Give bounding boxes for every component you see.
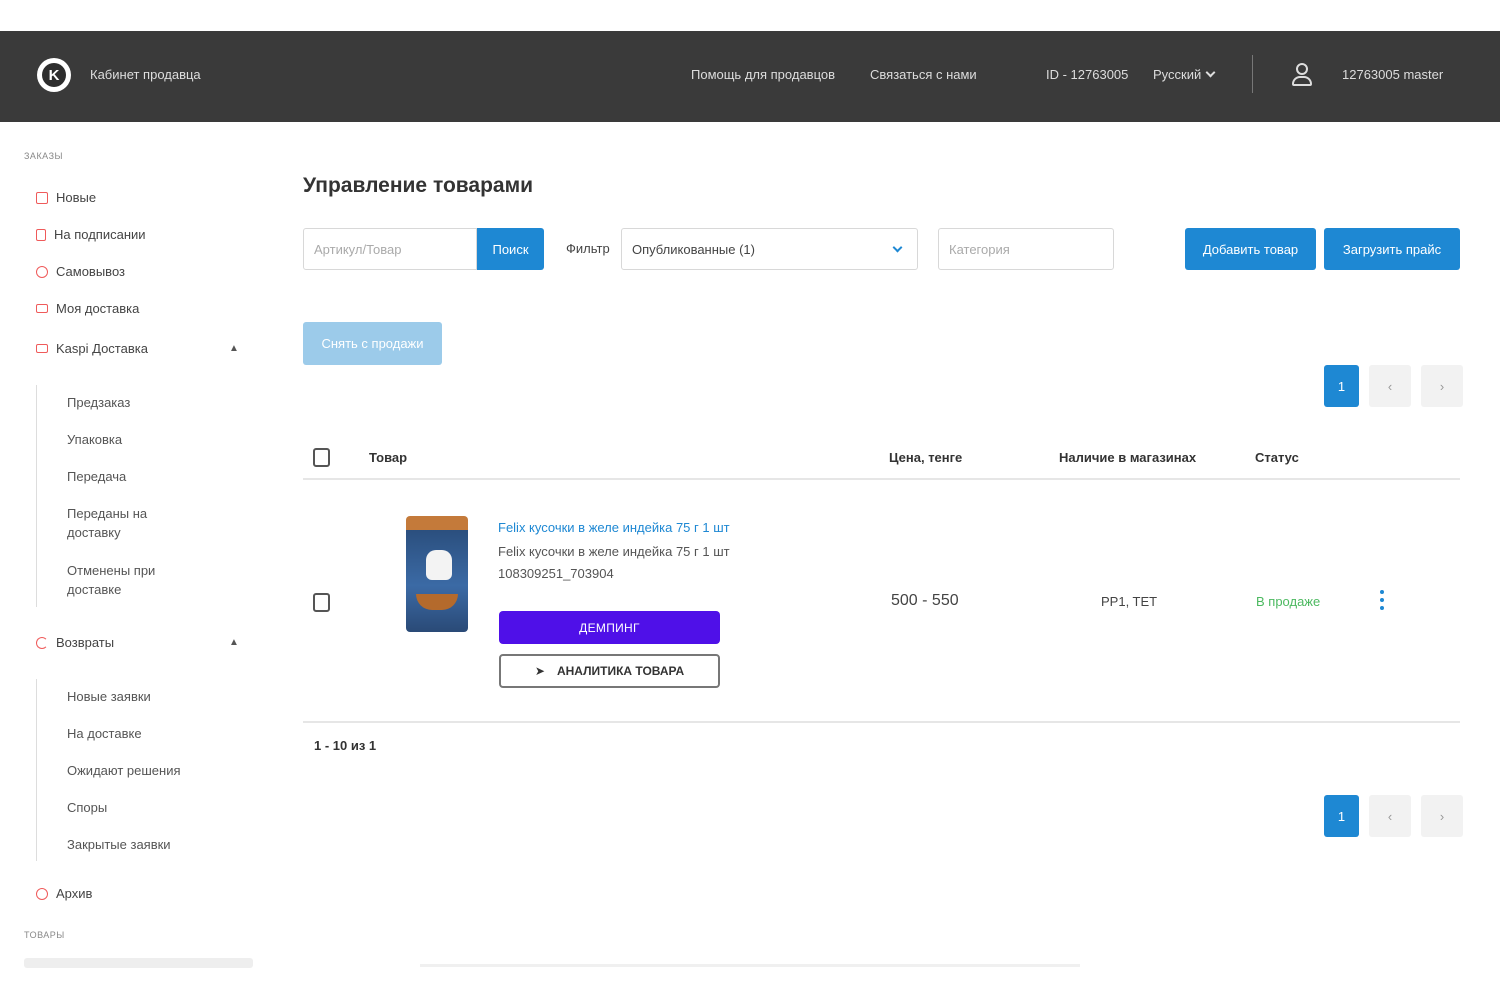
- username[interactable]: 12763005 master: [1342, 67, 1443, 82]
- sidebar-subitem-disputes[interactable]: Споры: [67, 798, 187, 817]
- sidebar-subitem-transfer[interactable]: Передача: [67, 467, 187, 486]
- sidebar-section-goods: ТОВАРЫ: [24, 930, 65, 940]
- sidebar-item-label: Возвраты: [56, 635, 115, 650]
- sidebar-item-label: Самовывоз: [56, 264, 125, 279]
- sidebar-item-label: На подписании: [54, 227, 146, 242]
- sidebar-item-archive[interactable]: Архив: [36, 886, 92, 901]
- column-header-product: Товар: [369, 450, 408, 465]
- pagination-bottom: 1 ‹ ›: [1324, 795, 1463, 837]
- status-badge: В продаже: [1256, 594, 1321, 609]
- sidebar-subitem-preorder[interactable]: Предзаказ: [67, 393, 187, 412]
- sidebar-item-label: Kaspi Доставка: [56, 341, 148, 356]
- search-button[interactable]: Поиск: [477, 228, 544, 270]
- results-count: 1 - 10 из 1: [314, 738, 377, 753]
- sidebar-subitem-transferred[interactable]: Переданы на доставку: [67, 504, 187, 542]
- remove-from-sale-button[interactable]: Снять с продажи: [303, 322, 442, 365]
- prev-page-button[interactable]: ‹: [1369, 365, 1411, 407]
- table-footer-divider: [303, 721, 1460, 723]
- header-divider: [1252, 55, 1253, 93]
- sidebar-item-label: Моя доставка: [56, 301, 140, 316]
- sidebar-item-my-delivery[interactable]: Моя доставка: [36, 301, 139, 316]
- sidebar-item-new[interactable]: Новые: [36, 190, 96, 205]
- contact-link[interactable]: Связаться с нами: [870, 67, 977, 82]
- truck-icon: [36, 344, 48, 353]
- collapse-arrow-icon[interactable]: ▲: [229, 637, 239, 648]
- sidebar-subitem-packing[interactable]: Упаковка: [67, 430, 187, 449]
- page-title: Управление товарами: [303, 174, 534, 197]
- row-checkbox[interactable]: [313, 593, 330, 612]
- select-all-checkbox[interactable]: [313, 448, 330, 467]
- inbox-icon: [36, 191, 48, 204]
- seller-id: ID - 12763005: [1046, 67, 1129, 82]
- more-options-icon[interactable]: [1380, 590, 1386, 610]
- analytics-label: АНАЛИТИКА ТОВАРА: [556, 664, 685, 678]
- dumping-button[interactable]: ДЕМПИНГ: [499, 611, 720, 644]
- sidebar-subitem-new-requests[interactable]: Новые заявки: [67, 687, 187, 706]
- column-header-status: Статус: [1255, 450, 1299, 465]
- product-analytics-button[interactable]: ➤ АНАЛИТИКА ТОВАРА: [499, 654, 720, 688]
- filter-select[interactable]: Опубликованные (1): [621, 228, 918, 270]
- sidebar-active-item[interactable]: [24, 958, 253, 968]
- product-title-link[interactable]: Felix кусочки в желе индейка 75 г 1 шт: [498, 520, 730, 535]
- user-icon[interactable]: [1291, 63, 1313, 87]
- column-header-price: Цена, тенге: [889, 450, 963, 465]
- page-button[interactable]: 1: [1324, 365, 1359, 407]
- next-page-button[interactable]: ›: [1421, 795, 1463, 837]
- product-image[interactable]: [406, 516, 468, 632]
- archive-icon: [36, 887, 48, 900]
- truck-icon: [36, 304, 48, 313]
- sidebar-section-orders: ЗАКАЗЫ: [24, 151, 63, 161]
- collapse-arrow-icon[interactable]: ▲: [229, 343, 239, 354]
- brand-title[interactable]: Кабинет продавца: [90, 67, 201, 82]
- sidebar-item-label: Новые: [56, 190, 97, 205]
- sidebar-item-kaspi-delivery[interactable]: Kaspi Доставка: [36, 341, 148, 356]
- category-input[interactable]: Категория: [938, 228, 1114, 270]
- clipboard-icon: [36, 228, 46, 241]
- language-label: Русский: [1153, 67, 1202, 82]
- sidebar-item-signing[interactable]: На подписании: [36, 227, 146, 242]
- submenu-line: [36, 385, 37, 607]
- return-icon: [36, 636, 48, 649]
- prev-page-button[interactable]: ‹: [1369, 795, 1411, 837]
- sidebar-subitem-closed[interactable]: Закрытые заявки: [67, 835, 187, 854]
- filter-label: Фильтр: [566, 241, 610, 256]
- chevron-down-icon: [892, 242, 903, 253]
- page-button[interactable]: 1: [1324, 795, 1359, 837]
- location-pin-icon: [36, 265, 48, 278]
- next-page-button[interactable]: ›: [1421, 365, 1463, 407]
- product-subtitle: Felix кусочки в желе индейка 75 г 1 шт: [498, 544, 730, 559]
- search-input[interactable]: Артикул/Товар: [303, 228, 477, 270]
- column-header-availability: Наличие в магазинах: [1059, 450, 1197, 465]
- sidebar-item-pickup[interactable]: Самовывоз: [36, 264, 125, 279]
- upload-price-button[interactable]: Загрузить прайс: [1324, 228, 1460, 270]
- add-product-button[interactable]: Добавить товар: [1185, 228, 1316, 270]
- filter-value: Опубликованные (1): [632, 241, 755, 257]
- pagination-top: 1 ‹ ›: [1324, 365, 1463, 407]
- chevron-down-icon: [1205, 67, 1216, 78]
- product-price: 500 - 550: [891, 592, 959, 609]
- sidebar-item-label: Архив: [56, 886, 93, 901]
- help-link[interactable]: Помощь для продавцов: [691, 67, 835, 82]
- product-stores: PP1, TET: [1101, 594, 1158, 609]
- sidebar-subitem-on-delivery[interactable]: На доставке: [67, 724, 187, 743]
- submenu-line: [36, 679, 37, 861]
- product-sku: 108309251_703904: [498, 566, 614, 581]
- sidebar-item-returns[interactable]: Возвраты: [36, 635, 114, 650]
- logo-icon[interactable]: K: [37, 58, 71, 92]
- bottom-divider: [420, 964, 1080, 967]
- sidebar-subitem-cancelled[interactable]: Отменены при доставке: [67, 561, 187, 599]
- sidebar-subitem-awaiting[interactable]: Ожидают решения: [67, 761, 187, 780]
- language-selector[interactable]: Русский: [1153, 67, 1216, 82]
- table-header-divider: [303, 478, 1460, 480]
- send-arrow-icon: ➤: [534, 664, 545, 678]
